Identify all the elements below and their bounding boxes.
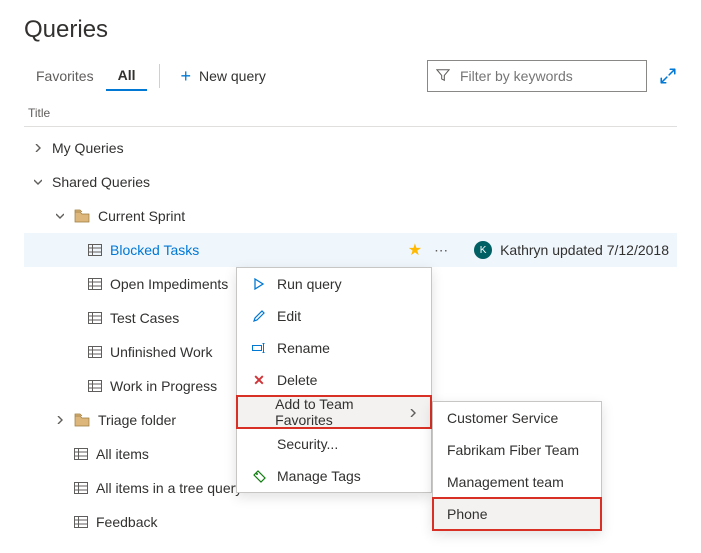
toolbar: Favorites All + New query [24,60,677,92]
submenu-item[interactable]: Fabrikam Fiber Team [433,434,601,466]
item-meta: Kathryn updated 7/12/2018 [500,242,669,258]
menu-delete[interactable]: ✕ Delete [237,364,431,396]
query-icon [88,346,102,358]
submenu-item-phone[interactable]: Phone [433,498,601,530]
submenu-label: Phone [447,506,487,522]
new-query-label: New query [199,68,266,84]
menu-rename[interactable]: Rename [237,332,431,364]
rename-icon [251,343,267,353]
submenu-label: Fabrikam Fiber Team [447,442,579,458]
query-icon [74,448,88,460]
submenu-item[interactable]: Customer Service [433,402,601,434]
menu-label: Security... [277,436,338,452]
tree-label: Current Sprint [98,208,669,224]
tab-all[interactable]: All [106,61,148,91]
chevron-right-icon [409,404,417,420]
menu-label: Add to Team Favorites [275,396,399,428]
expand-icon[interactable] [659,67,677,85]
menu-label: Delete [277,372,317,388]
chevron-down-icon[interactable] [54,212,66,220]
menu-label: Rename [277,340,330,356]
new-query-button[interactable]: + New query [172,63,273,89]
chevron-down-icon[interactable] [32,178,44,186]
chevron-right-icon[interactable] [32,144,44,152]
tree-label: Shared Queries [52,174,669,190]
menu-add-team-favorites[interactable]: Add to Team Favorites [237,396,431,428]
context-menu: Run query Edit Rename ✕ Delete Add to Te… [236,267,432,493]
avatar: K [474,241,492,259]
menu-manage-tags[interactable]: Manage Tags [237,460,431,492]
play-icon [251,278,267,290]
query-tree: My Queries Shared Queries Current Sprint… [24,131,677,539]
separator [159,64,160,88]
filter-text[interactable] [458,67,643,85]
menu-label: Run query [277,276,342,292]
more-actions-button[interactable]: ⋯ [430,242,454,259]
team-favorites-submenu: Customer Service Fabrikam Fiber Team Man… [432,401,602,531]
query-icon [88,380,102,392]
tab-favorites[interactable]: Favorites [24,62,106,90]
tree-node-current-sprint[interactable]: Current Sprint [24,199,677,233]
submenu-item[interactable]: Management team [433,466,601,498]
filter-icon [436,68,450,85]
tree-label: Blocked Tasks [110,242,400,258]
menu-edit[interactable]: Edit [237,300,431,332]
tree-label: My Queries [52,140,669,156]
folder-icon [74,413,90,427]
query-icon [88,312,102,324]
pencil-icon [251,310,267,322]
tree-node-shared-queries[interactable]: Shared Queries [24,165,677,199]
chevron-right-icon[interactable] [54,416,66,424]
delete-icon: ✕ [251,372,267,389]
column-title: Title [24,100,677,127]
tag-icon [251,470,267,483]
filter-input[interactable] [427,60,647,92]
tree-item-blocked-tasks[interactable]: Blocked Tasks ★ ⋯ K Kathryn updated 7/12… [24,233,677,267]
page-title: Queries [24,16,677,44]
menu-security[interactable]: Security... [237,428,431,460]
menu-label: Manage Tags [277,468,361,484]
submenu-label: Management team [447,474,564,490]
tree-query-icon [74,482,88,494]
plus-icon: + [180,67,191,85]
query-icon [88,244,102,256]
menu-label: Edit [277,308,301,324]
star-icon[interactable]: ★ [408,240,422,260]
menu-run-query[interactable]: Run query [237,268,431,300]
tree-node-my-queries[interactable]: My Queries [24,131,677,165]
submenu-label: Customer Service [447,410,558,426]
query-icon [88,278,102,290]
query-icon [74,516,88,528]
folder-icon [74,209,90,223]
